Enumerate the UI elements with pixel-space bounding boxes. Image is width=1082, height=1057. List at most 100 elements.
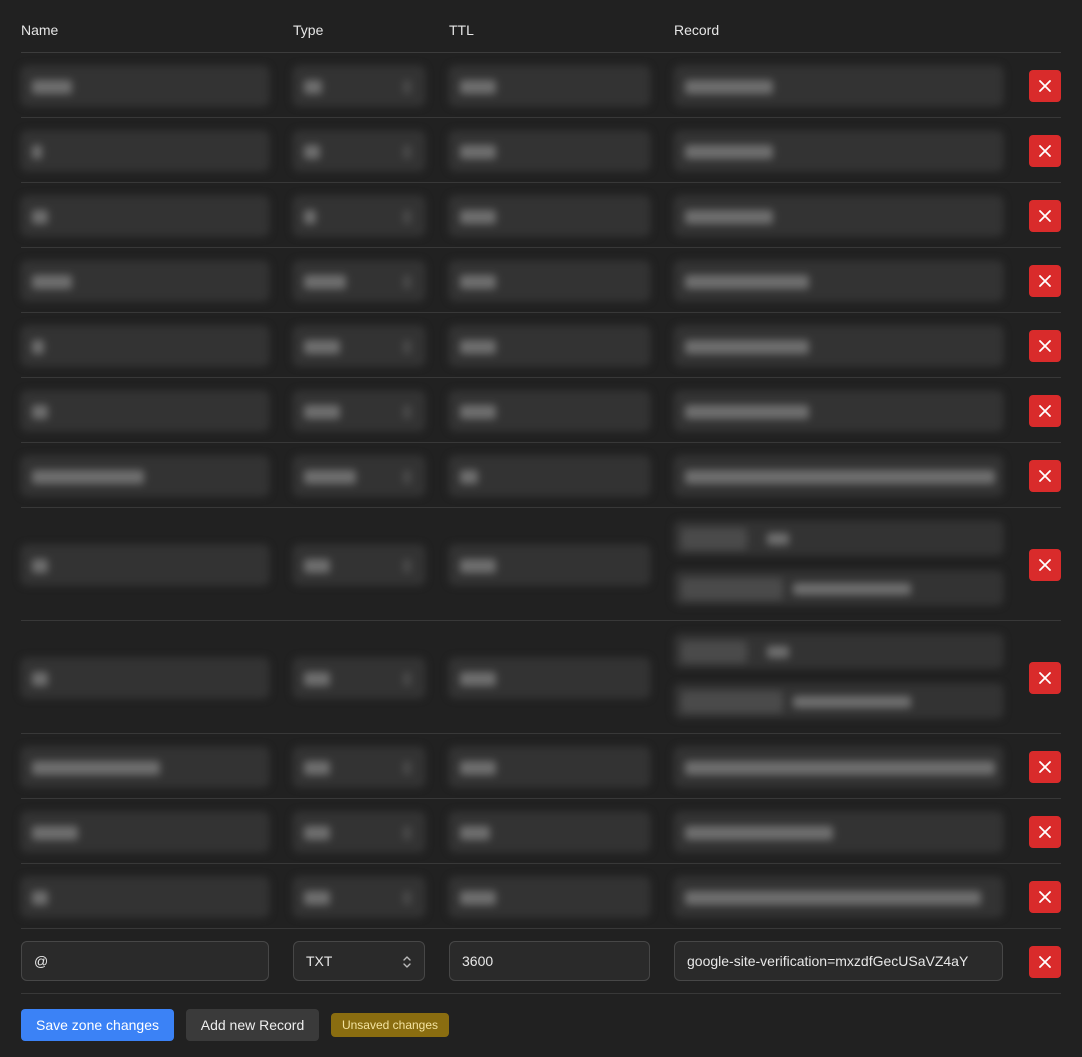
delete-record-button[interactable] [1029,549,1061,581]
table-row [0,53,1082,118]
close-icon [1039,470,1051,482]
type-select[interactable] [293,261,425,301]
ttl-input[interactable] [449,261,650,301]
type-select[interactable]: TXT [293,941,425,981]
delete-record-button[interactable] [1029,330,1061,362]
name-input[interactable] [21,391,269,431]
type-select[interactable] [293,391,425,431]
delete-record-button[interactable] [1029,395,1061,427]
name-input[interactable] [21,877,269,917]
name-input[interactable] [21,545,269,585]
type-select[interactable] [293,812,425,852]
table-row [0,443,1082,508]
record-input[interactable] [674,66,1003,106]
delete-record-button[interactable] [1029,816,1061,848]
ttl-input[interactable]: 3600 [449,941,650,981]
record-value-field[interactable] [674,684,1003,718]
record-input[interactable] [674,456,1003,496]
close-icon [1039,559,1051,571]
record-input[interactable] [674,812,1003,852]
table-row [0,248,1082,313]
delete-record-button[interactable] [1029,751,1061,783]
table-row [0,734,1082,799]
ttl-input[interactable] [449,812,650,852]
record-value-field[interactable] [674,571,1003,605]
ttl-input[interactable] [449,545,650,585]
close-icon [1039,145,1051,157]
ttl-input[interactable] [449,456,650,496]
type-select[interactable] [293,326,425,366]
ttl-input[interactable] [449,658,650,698]
close-icon [1039,672,1051,684]
name-input[interactable] [21,261,269,301]
record-input[interactable] [674,196,1003,236]
close-icon [1039,826,1051,838]
record-value-field[interactable] [674,634,1003,668]
column-header-name: Name [21,22,59,38]
table-header: Name Type TTL Record [21,22,1061,53]
name-input[interactable] [21,326,269,366]
chevron-up-down-icon [402,339,412,355]
table-row [0,183,1082,248]
delete-record-button[interactable] [1029,70,1061,102]
record-input[interactable] [674,391,1003,431]
ttl-input[interactable] [449,877,650,917]
record-input[interactable] [674,877,1003,917]
record-input[interactable] [674,261,1003,301]
ttl-input[interactable] [449,391,650,431]
type-select[interactable] [293,196,425,236]
name-input[interactable] [21,456,269,496]
ttl-input[interactable] [449,747,650,787]
ttl-input[interactable] [449,326,650,366]
table-row [0,799,1082,864]
ttl-input[interactable] [449,131,650,171]
record-value-field[interactable] [674,521,1003,555]
chevron-up-down-icon [402,79,412,95]
close-icon [1039,340,1051,352]
close-icon [1039,275,1051,287]
table-row [0,118,1082,183]
close-icon [1039,210,1051,222]
chevron-up-down-icon [402,671,412,687]
type-select[interactable] [293,66,425,106]
delete-record-button[interactable] [1029,460,1061,492]
delete-record-button[interactable] [1029,135,1061,167]
delete-record-button[interactable] [1029,265,1061,297]
record-input-value: google-site-verification=mxzdfGecUSaVZ4a… [687,953,969,969]
name-input[interactable] [21,196,269,236]
table-row [0,378,1082,443]
add-new-record-button[interactable]: Add new Record [186,1009,319,1041]
delete-record-button[interactable] [1029,662,1061,694]
name-input[interactable] [21,66,269,106]
chevron-up-down-icon [402,890,412,906]
ttl-input[interactable] [449,66,650,106]
save-zone-changes-button[interactable]: Save zone changes [21,1009,174,1041]
name-input[interactable] [21,747,269,787]
type-select[interactable] [293,131,425,171]
type-select[interactable] [293,545,425,585]
unsaved-changes-badge: Unsaved changes [331,1013,449,1037]
delete-record-button[interactable] [1029,200,1061,232]
type-select[interactable] [293,658,425,698]
type-select[interactable] [293,747,425,787]
name-input[interactable] [21,131,269,171]
record-input[interactable] [674,131,1003,171]
record-input[interactable] [674,326,1003,366]
name-input[interactable] [21,812,269,852]
table-row [0,508,1082,621]
column-header-ttl: TTL [449,22,474,38]
chevron-up-down-icon [402,274,412,290]
name-input[interactable] [21,658,269,698]
record-input[interactable]: google-site-verification=mxzdfGecUSaVZ4a… [674,941,1003,981]
delete-record-button[interactable] [1029,946,1061,978]
delete-record-button[interactable] [1029,881,1061,913]
ttl-input[interactable] [449,196,650,236]
name-input[interactable]: @ [21,941,269,981]
records-table: @ TXT 3600 google-site-verification=mxzdfGe… [0,53,1082,994]
chevron-up-down-icon [402,558,412,574]
chevron-up-down-icon [402,144,412,160]
record-input[interactable] [674,747,1003,787]
type-select[interactable] [293,877,425,917]
table-row [0,864,1082,929]
type-select[interactable] [293,456,425,496]
